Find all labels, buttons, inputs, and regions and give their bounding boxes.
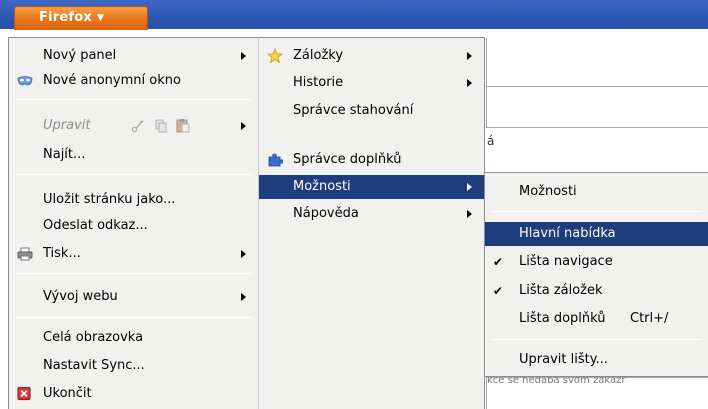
menu-item-send-link[interactable]: Odeslat odkaz... (9, 214, 258, 238)
menu-item-label: Tisk... (43, 246, 81, 261)
star-icon (267, 48, 283, 64)
chevron-right-icon (241, 250, 246, 258)
menu-separator (15, 174, 252, 175)
options-submenu-1: Záložky Historie Správce stahování Správ… (258, 37, 485, 409)
mask-icon (17, 76, 33, 86)
cut-icon (131, 120, 144, 133)
menu-item-label: Možnosti (293, 179, 351, 194)
menu-separator (491, 339, 702, 340)
chevron-down-icon: ▼ (96, 13, 105, 23)
menu-item-bookmarks[interactable]: Záložky (259, 44, 484, 68)
page-content-area (486, 38, 708, 178)
menu-item-label: Lišta záložek (519, 283, 603, 298)
menu-item-label: Nápověda (293, 206, 359, 221)
menu-item-label: Nastavit Sync... (43, 358, 145, 373)
menu-item-customize-toolbars[interactable]: Upravit lišty... (485, 348, 708, 372)
chevron-right-icon (467, 183, 472, 191)
copy-icon (155, 119, 167, 133)
menu-item-web-developer[interactable]: Vývoj webu (9, 285, 258, 309)
firefox-menu-label: Firefox (39, 10, 92, 25)
menu-item-label: Historie (293, 75, 344, 90)
options-submenu-2: Možnosti Hlavní nabídka ✔ Lišta navigace… (484, 172, 708, 377)
menu-item-edit[interactable]: Upravit (9, 114, 258, 138)
menu-item-exit[interactable]: Ukončit (9, 382, 258, 406)
menu-item-new-tab[interactable]: Nový panel (9, 44, 258, 68)
menu-separator (15, 99, 252, 100)
menu-separator (15, 317, 252, 318)
page-divider (486, 86, 708, 87)
shortcut-label: Ctrl+/ (630, 311, 669, 326)
menu-item-label: Najít... (43, 147, 86, 162)
exit-icon (17, 387, 31, 401)
menu-item-label: Možnosti (519, 184, 577, 199)
printer-icon (17, 247, 33, 261)
menu-item-label: Odeslat odkaz... (43, 218, 148, 233)
menu-item-private-window[interactable]: Nové anonymní okno (9, 69, 258, 93)
menu-item-help[interactable]: Nápověda (259, 202, 484, 226)
puzzle-icon (268, 153, 283, 167)
menu-item-label: Lišta navigace (519, 254, 613, 269)
menu-item-print[interactable]: Tisk... (9, 242, 258, 266)
menu-separator (15, 273, 252, 274)
chevron-right-icon (241, 122, 246, 130)
menu-item-downloads[interactable]: Správce stahování (259, 99, 484, 123)
menu-item-label: Vývoj webu (43, 289, 118, 304)
menu-item-label: Uložit stránku jako... (43, 192, 176, 207)
checkmark-icon: ✔ (493, 284, 504, 298)
menu-item-label: Ukončit (43, 386, 92, 401)
paste-icon (176, 119, 190, 133)
page-border (486, 378, 487, 409)
page-divider (486, 127, 708, 128)
menu-item-label: Nové anonymní okno (43, 73, 181, 88)
menu-item-addon-bar[interactable]: Lišta doplňků Ctrl+/ (485, 307, 708, 331)
menu-item-find[interactable]: Najít... (9, 143, 258, 167)
menu-item-full-screen[interactable]: Celá obrazovka (9, 326, 258, 350)
menu-item-bookmarks-toolbar[interactable]: ✔ Lišta záložek (485, 279, 708, 303)
menu-item-navigation-toolbar[interactable]: ✔ Lišta navigace (485, 250, 708, 274)
menu-item-history[interactable]: Historie (259, 71, 484, 95)
menu-item-label: Záložky (293, 48, 344, 63)
menu-item-options[interactable]: Možnosti (259, 175, 484, 199)
chevron-right-icon (467, 79, 472, 87)
menu-item-label: Celá obrazovka (43, 330, 144, 345)
menu-item-label: Upravit (43, 118, 91, 133)
page-border (486, 38, 487, 128)
menu-item-label: Hlavní nabídka (519, 226, 616, 241)
menu-item-save-page[interactable]: Uložit stránku jako... (9, 188, 258, 212)
menu-item-label: Nový panel (43, 48, 117, 63)
menu-item-label: Správce stahování (293, 103, 414, 118)
menu-item-sync-setup[interactable]: Nastavit Sync... (9, 354, 258, 378)
chevron-right-icon (241, 52, 246, 60)
menu-item-label: Upravit lišty... (519, 352, 608, 367)
chevron-right-icon (467, 210, 472, 218)
menu-item-preferences[interactable]: Možnosti (485, 180, 708, 204)
menu-item-main-menu-bar[interactable]: Hlavní nabídka (485, 222, 708, 246)
menu-separator (491, 211, 702, 212)
page-text-fragment: á (487, 134, 495, 148)
chevron-right-icon (467, 52, 472, 60)
menu-item-label: Správce doplňků (293, 152, 402, 167)
menu-item-label: Lišta doplňků (519, 311, 606, 326)
firefox-main-menu: Nový panel Nové anonymní okno Upravit Na… (8, 37, 259, 409)
page-text-fragment: kce se nedaba svom zákazr (487, 376, 626, 386)
chevron-right-icon (241, 293, 246, 301)
menu-item-addons[interactable]: Správce doplňků (259, 148, 484, 172)
checkmark-icon: ✔ (493, 255, 504, 269)
firefox-menu-button[interactable]: Firefox ▼ (14, 6, 148, 30)
